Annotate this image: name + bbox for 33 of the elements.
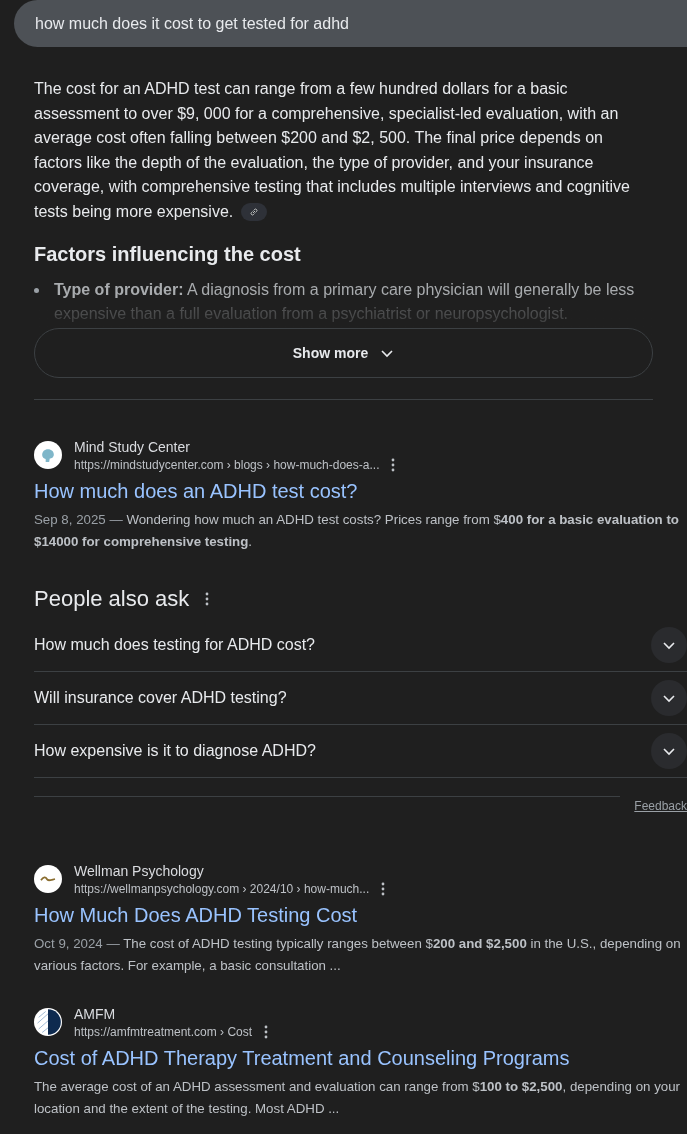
section-heading: Factors influencing the cost [34,242,302,267]
result-snippet: Oct 9, 2024 — The cost of ADHD testing typically ranges between $200 and $2,500 in the U.S., depending on various factors. For example, a basic consultation ... [34,935,682,975]
site-name: Mind Study Center [74,438,191,457]
expand-icon[interactable] [651,680,687,716]
more-options-icon[interactable] [205,592,210,606]
result-snippet: Sep 8, 2025 — Wondering how much an ADHD test costs? Prices range from $400 for a basic evaluation to $14000 for comprehensive testing. [34,511,680,551]
question-row[interactable]: Will insurance cover ADHD testing? [34,672,687,725]
question-row[interactable]: How much does testing for ADHD cost? [34,619,687,672]
more-options-icon[interactable] [264,1025,269,1039]
feedback-link[interactable]: Feedback [634,797,687,815]
search-field[interactable]: how much does it cost to get tested for adhd [14,0,687,47]
overview-paragraph: The cost for an ADHD test can range from a few hundred dollars for a basic assessment to over $9, 000 for a comprehensive, specialist-led evaluation, with an average cost often falling between $200 and $2, 500. The final price depends on factors like the depth of the evaluation, the type of provider, and your insurance coverage, with comprehensive testing that includes multiple interviews and cognitive tests being more expensive. [34,79,631,224]
result-url: https://amfmtreatment.com › Cost [74,1024,253,1040]
result-title-link[interactable]: How much does an ADHD test cost? [34,477,653,505]
section-heading: People also ask [34,585,190,613]
result-title-link[interactable]: Cost of ADHD Therapy Treatment and Counseling Programs [34,1044,653,1072]
expand-icon[interactable] [651,733,687,769]
link-icon[interactable] [241,203,268,222]
more-options-icon[interactable] [381,882,386,896]
result-url: https://mindstudycenter.com › blogs › how-much-does-a... [74,457,380,473]
site-name: Wellman Psychology [74,862,205,881]
show-more-button[interactable]: Show more [34,328,653,378]
site-logo-icon [34,865,62,893]
result-title-link[interactable]: How Much Does ADHD Testing Cost [34,901,653,929]
expand-icon[interactable] [651,627,687,663]
bullet-icon [34,288,39,293]
site-logo-icon [34,441,62,469]
result-snippet: The average cost of an ADHD assessment and evaluation can range from $100 to $2,500, depending on your location and the extent of the testing. Most ADHD ... [34,1078,682,1118]
more-options-icon[interactable] [391,458,396,472]
site-logo-icon [34,1008,62,1036]
site-name: AMFM [74,1005,117,1024]
result-url: https://wellmanpsychology.com › 2024/10 › how-much... [74,881,370,897]
question-row[interactable]: How expensive is it to diagnose ADHD? [34,725,687,778]
